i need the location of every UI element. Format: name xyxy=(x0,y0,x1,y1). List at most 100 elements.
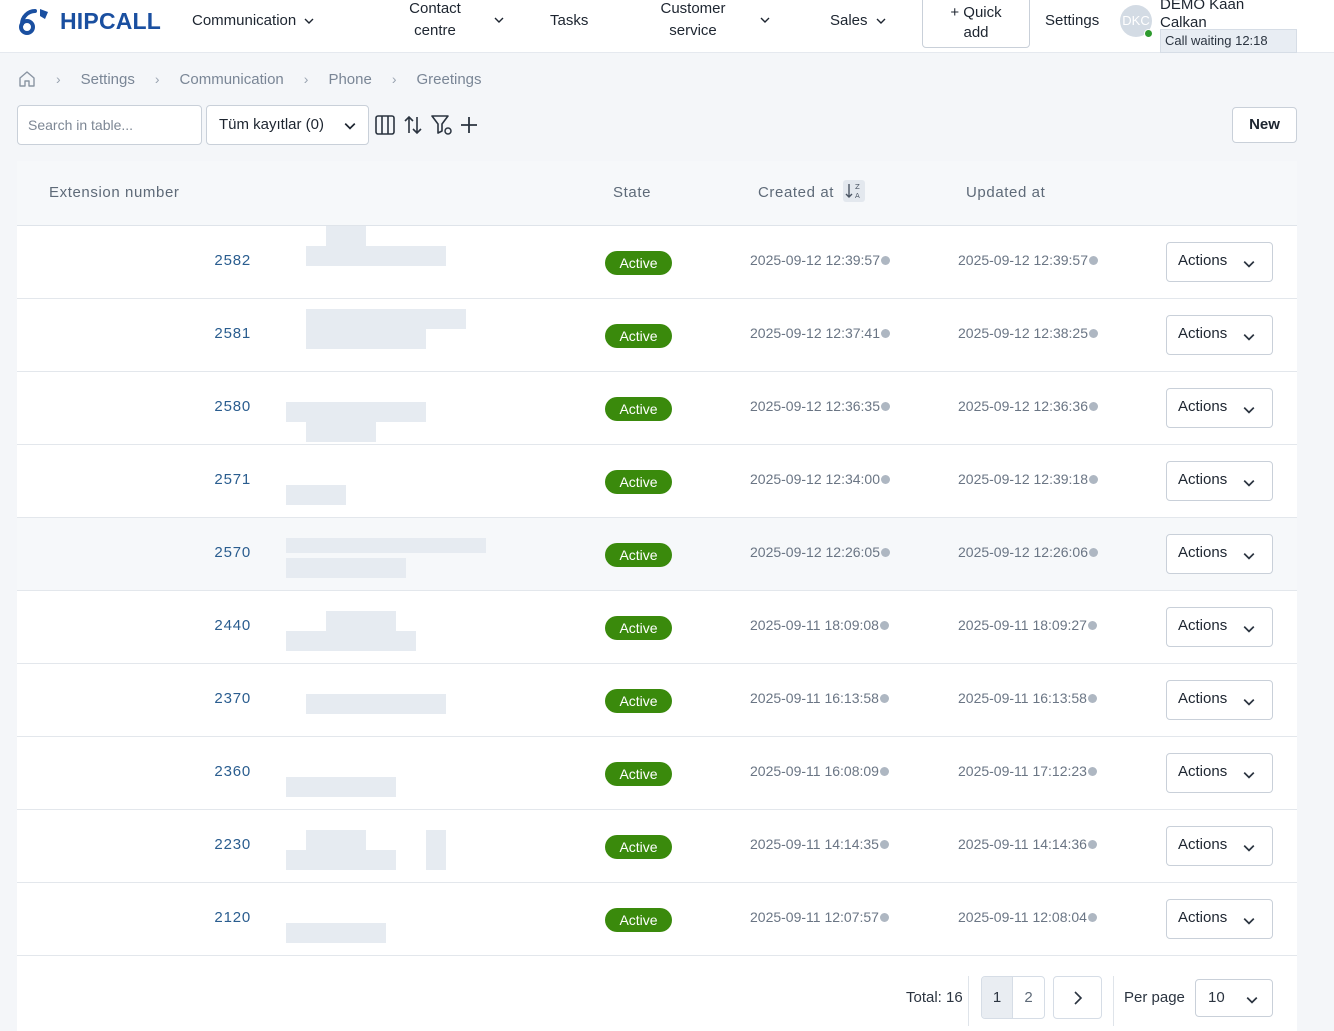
add-column-icon[interactable] xyxy=(456,112,482,138)
table-row[interactable]: 2120 Active 2025-09-11 12:07:57 2025-09-11 … xyxy=(17,883,1297,956)
table-row[interactable]: 2580 Active 2025-09-12 12:36:35 2025-09-12 … xyxy=(17,372,1297,445)
header-updated-at[interactable]: Updated at xyxy=(966,184,1045,201)
info-icon[interactable] xyxy=(1089,474,1098,484)
filter-settings-icon[interactable] xyxy=(429,112,455,138)
nav-communication[interactable]: Communication xyxy=(192,10,314,32)
search-input[interactable] xyxy=(17,105,202,145)
actions-label: Actions xyxy=(1178,617,1228,634)
info-icon[interactable] xyxy=(1089,547,1098,557)
info-icon[interactable] xyxy=(879,766,889,776)
actions-label: Actions xyxy=(1178,325,1228,342)
table-row[interactable]: 2581 Active 2025-09-12 12:37:41 2025-09-12 … xyxy=(17,299,1297,372)
new-button[interactable]: New xyxy=(1232,107,1297,143)
actions-dropdown-button[interactable]: Actions xyxy=(1166,461,1273,501)
chevron-down-icon xyxy=(1246,997,1258,1004)
info-icon[interactable] xyxy=(1087,620,1097,630)
info-icon[interactable] xyxy=(881,401,890,411)
info-icon[interactable] xyxy=(879,620,889,630)
nav-settings[interactable]: Settings xyxy=(1045,10,1099,32)
actions-dropdown-button[interactable]: Actions xyxy=(1166,534,1273,574)
status-badge: Active xyxy=(605,762,672,786)
pagination: Total: 16 1 2 Per page 10 xyxy=(17,956,1297,1031)
per-page-select[interactable]: 10 xyxy=(1195,979,1273,1017)
chevron-right-icon xyxy=(1073,990,1082,1005)
info-icon[interactable] xyxy=(1087,839,1097,849)
extension-number-link[interactable]: 2440 xyxy=(214,617,251,634)
sort-descending-icon[interactable]: ZA xyxy=(842,180,865,202)
extension-number-link[interactable]: 2580 xyxy=(214,398,251,415)
status-badge: Active xyxy=(605,251,672,275)
redacted-name xyxy=(276,445,526,518)
record-filter-select[interactable]: Tüm kayıtlar (0) xyxy=(206,105,369,145)
actions-dropdown-button[interactable]: Actions xyxy=(1166,826,1273,866)
brand-name: HIPCALL xyxy=(60,7,162,34)
info-icon[interactable] xyxy=(881,474,890,484)
extension-number-link[interactable]: 2570 xyxy=(214,544,251,561)
actions-label: Actions xyxy=(1178,909,1228,926)
nav-customer-service[interactable]: Customer service xyxy=(652,0,782,42)
info-icon[interactable] xyxy=(879,912,889,922)
actions-dropdown-button[interactable]: Actions xyxy=(1166,753,1273,793)
info-icon[interactable] xyxy=(1089,401,1098,411)
info-icon[interactable] xyxy=(1087,693,1097,703)
header-extension-number[interactable]: Extension number xyxy=(49,184,180,201)
actions-dropdown-button[interactable]: Actions xyxy=(1166,680,1273,720)
home-icon[interactable] xyxy=(18,70,36,88)
info-icon[interactable] xyxy=(1089,328,1098,338)
info-icon[interactable] xyxy=(879,693,889,703)
hipcall-logo[interactable]: HIPCALL xyxy=(16,6,161,36)
actions-dropdown-button[interactable]: Actions xyxy=(1166,607,1273,647)
greetings-table: Extension number State Created at ZA Upd… xyxy=(17,161,1297,1031)
redacted-name xyxy=(276,226,526,299)
columns-icon[interactable] xyxy=(372,112,398,138)
redacted-name xyxy=(276,299,526,372)
chevron-down-icon xyxy=(1243,699,1255,706)
sort-icon[interactable] xyxy=(400,112,426,138)
header-created-at[interactable]: Created at ZA xyxy=(758,180,865,204)
table-row[interactable]: 2370 Active 2025-09-11 16:13:58 2025-09-11 … xyxy=(17,664,1297,737)
actions-label: Actions xyxy=(1178,836,1228,853)
extension-number-link[interactable]: 2582 xyxy=(214,252,251,269)
table-header: Extension number State Created at ZA Upd… xyxy=(17,161,1297,226)
breadcrumb-settings[interactable]: Settings xyxy=(81,71,135,88)
table-row[interactable]: 2360 Active 2025-09-11 16:08:09 2025-09-11 … xyxy=(17,737,1297,810)
table-row[interactable]: 2440 Active 2025-09-11 18:09:08 2025-09-11 … xyxy=(17,591,1297,664)
info-icon[interactable] xyxy=(881,328,890,338)
info-icon[interactable] xyxy=(1089,255,1098,265)
info-icon[interactable] xyxy=(1087,912,1097,922)
nav-tasks[interactable]: Tasks xyxy=(550,10,588,32)
nav-sales[interactable]: Sales xyxy=(830,10,886,32)
breadcrumb-phone[interactable]: Phone xyxy=(328,71,371,88)
extension-number-link[interactable]: 2581 xyxy=(214,325,251,342)
info-icon[interactable] xyxy=(881,547,890,557)
actions-dropdown-button[interactable]: Actions xyxy=(1166,242,1273,282)
page-1-button[interactable]: 1 xyxy=(982,977,1013,1018)
page-2-button[interactable]: 2 xyxy=(1013,977,1044,1018)
chevron-down-icon xyxy=(344,123,356,130)
extension-number-link[interactable]: 2370 xyxy=(214,690,251,707)
quick-add-button[interactable]: + Quick add xyxy=(922,0,1030,48)
breadcrumb-communication[interactable]: Communication xyxy=(180,71,284,88)
extension-number-link[interactable]: 2360 xyxy=(214,763,251,780)
table-row[interactable]: 2582 Active 2025-09-12 12:39:57 2025-09-12 … xyxy=(17,226,1297,299)
online-status-dot xyxy=(1144,29,1153,38)
table-row[interactable]: 2230 Active 2025-09-11 14:14:35 2025-09-11 … xyxy=(17,810,1297,883)
actions-dropdown-button[interactable]: Actions xyxy=(1166,315,1273,355)
info-icon[interactable] xyxy=(879,839,889,849)
actions-label: Actions xyxy=(1178,763,1228,780)
header-state[interactable]: State xyxy=(613,184,651,201)
total-count: Total: 16 xyxy=(906,989,963,1006)
extension-number-link[interactable]: 2120 xyxy=(214,909,251,926)
extension-number-link[interactable]: 2571 xyxy=(214,471,251,488)
next-page-button[interactable] xyxy=(1053,976,1102,1019)
actions-dropdown-button[interactable]: Actions xyxy=(1166,388,1273,428)
nav-contact-centre[interactable]: Contact centre xyxy=(400,0,510,42)
status-badge: Active xyxy=(605,908,672,932)
created-at-cell: 2025-09-12 12:37:41 xyxy=(750,325,890,341)
actions-dropdown-button[interactable]: Actions xyxy=(1166,899,1273,939)
extension-number-link[interactable]: 2230 xyxy=(214,836,251,853)
table-row[interactable]: 2570 Active 2025-09-12 12:26:05 2025-09-12 … xyxy=(17,518,1297,591)
table-row[interactable]: 2571 Active 2025-09-12 12:34:00 2025-09-12 … xyxy=(17,445,1297,518)
info-icon[interactable] xyxy=(1087,766,1097,776)
info-icon[interactable] xyxy=(881,255,890,265)
